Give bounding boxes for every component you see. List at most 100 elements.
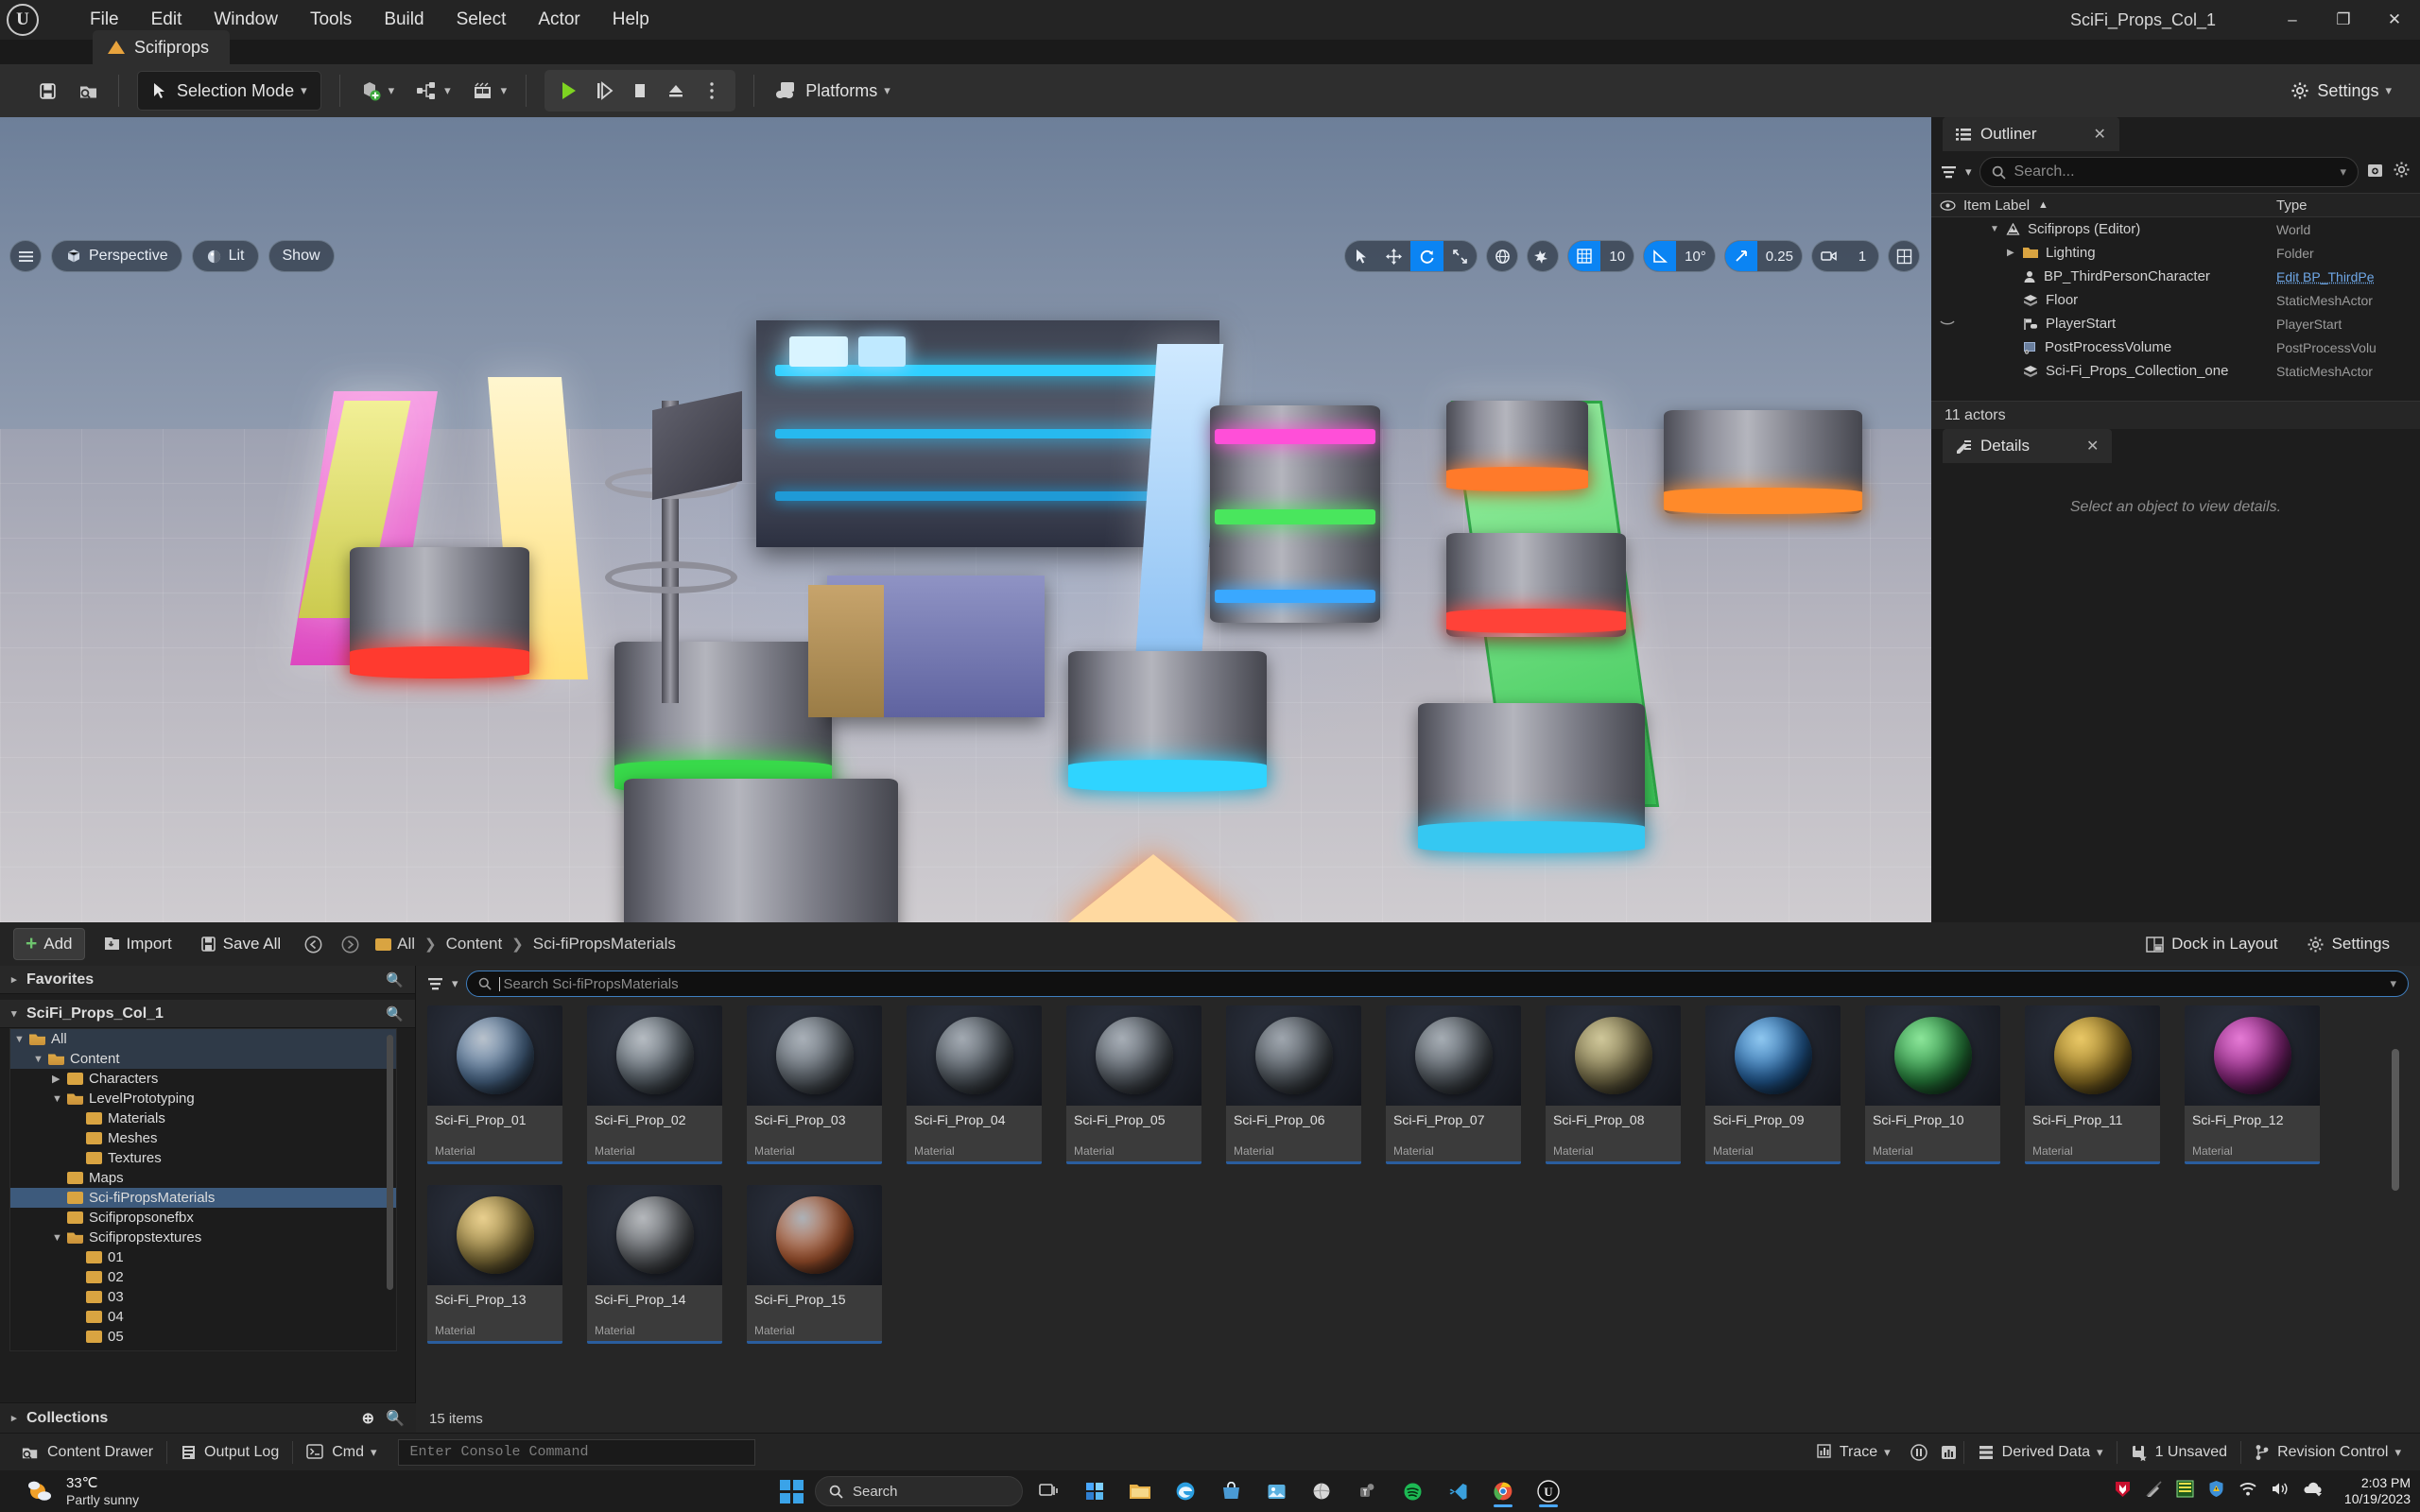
asset-tile[interactable]: Sci-Fi_Prop_03Material	[747, 1005, 882, 1164]
outliner-row[interactable]: Sci-Fi_Props_Collection_oneStaticMeshAct…	[1931, 359, 2420, 383]
teams-icon[interactable]	[1348, 1473, 1386, 1509]
wifi-icon[interactable]	[2238, 1482, 2257, 1502]
folder-tree-node[interactable]: ▼Content	[10, 1049, 396, 1069]
ball-icon[interactable]	[1303, 1473, 1340, 1509]
search-icon[interactable]: 🔍	[386, 1005, 404, 1022]
file-explorer-icon[interactable]	[1121, 1473, 1159, 1509]
import-button[interactable]: Import	[91, 928, 183, 960]
angle-snap-value[interactable]: 10°	[1676, 240, 1715, 272]
cmd-dropdown[interactable]: Cmd ▾	[293, 1438, 389, 1467]
search-icon[interactable]: 🔍	[386, 1409, 405, 1428]
platforms-button[interactable]: Platforms ▾	[763, 71, 902, 111]
content-drawer-button[interactable]: Content Drawer	[8, 1438, 166, 1467]
camera-speed-value[interactable]: 1	[1846, 240, 1878, 272]
onedrive-icon[interactable]	[2303, 1481, 2324, 1502]
outliner-save-icon[interactable]	[2366, 162, 2385, 183]
breadcrumb-content[interactable]: Content	[446, 935, 503, 954]
close-icon[interactable]: ✕	[2086, 437, 2099, 455]
start-button[interactable]	[775, 1475, 807, 1507]
node-expander[interactable]: ▼	[33, 1054, 48, 1065]
favorites-section-header[interactable]: ▸ Favorites 🔍	[0, 966, 415, 994]
content-browser-icon[interactable]	[71, 72, 107, 110]
asset-tile[interactable]: Sci-Fi_Prop_05Material	[1066, 1005, 1201, 1164]
asset-tile[interactable]: Sci-Fi_Prop_09Material	[1705, 1005, 1841, 1164]
asset-tile[interactable]: Sci-Fi_Prop_15Material	[747, 1185, 882, 1344]
folder-tree-node[interactable]: 02	[10, 1267, 396, 1287]
search-icon[interactable]: 🔍	[386, 971, 404, 988]
mcafee-icon[interactable]	[2114, 1480, 2132, 1503]
folder-tree-node[interactable]: ▼All	[10, 1029, 396, 1049]
spotify-icon[interactable]	[1393, 1473, 1431, 1509]
derived-data-button[interactable]: Derived Data ▾	[1964, 1438, 2117, 1467]
asset-tile[interactable]: Sci-Fi_Prop_01Material	[427, 1005, 562, 1164]
level-viewport[interactable]: Perspective Lit Show	[0, 117, 1931, 922]
asset-tile[interactable]: Sci-Fi_Prop_08Material	[1546, 1005, 1681, 1164]
node-expander[interactable]: ▶	[52, 1073, 67, 1085]
breadcrumb-all[interactable]: All	[397, 935, 415, 954]
asset-tile[interactable]: Sci-Fi_Prop_14Material	[587, 1185, 722, 1344]
project-root-header[interactable]: ▾ SciFi_Props_Col_1 🔍	[0, 1000, 415, 1028]
blueprints-button[interactable]: ▾	[408, 71, 458, 111]
add-actor-button[interactable]: ▾	[353, 71, 402, 111]
folder-tree-node[interactable]: ▶Characters	[10, 1069, 396, 1089]
forward-arrow-icon[interactable]	[335, 928, 366, 960]
folder-tree-node[interactable]: Sci-fiPropsMaterials	[10, 1188, 396, 1208]
viewport-layout-icon[interactable]	[1888, 240, 1920, 272]
folder-tree-node[interactable]: Scifipropsonefbx	[10, 1208, 396, 1228]
back-arrow-icon[interactable]	[298, 928, 329, 960]
rotate-gizmo-icon[interactable]	[1410, 240, 1443, 272]
folder-tree-node[interactable]: ▼Scifipropstextures	[10, 1228, 396, 1247]
node-expander[interactable]: ▼	[14, 1034, 29, 1045]
row-expander[interactable]: ▶	[2007, 248, 2023, 258]
save-all-button[interactable]: Save All	[189, 928, 292, 960]
asset-tile[interactable]: Sci-Fi_Prop_13Material	[427, 1185, 562, 1344]
folder-tree-node[interactable]: 05	[10, 1327, 396, 1347]
folder-tree-node[interactable]: 04	[10, 1307, 396, 1327]
folder-tree-node[interactable]: ▼LevelPrototyping	[10, 1089, 396, 1108]
spreadsheet-icon[interactable]	[2176, 1480, 2194, 1503]
node-expander[interactable]: ▼	[52, 1232, 67, 1244]
asset-grid-scrollbar[interactable]	[2392, 1049, 2399, 1191]
unreal-engine-icon[interactable]: U	[1530, 1473, 1567, 1509]
eject-button[interactable]	[658, 72, 694, 110]
folder-tree-node[interactable]: 01	[10, 1247, 396, 1267]
cinematics-button[interactable]: ▾	[465, 71, 514, 111]
select-arrow-icon[interactable]	[1345, 240, 1377, 272]
folder-tree-node[interactable]: Maps	[10, 1168, 396, 1188]
vscode-icon[interactable]	[1439, 1473, 1477, 1509]
asset-tile[interactable]: Sci-Fi_Prop_04Material	[907, 1005, 1042, 1164]
outliner-row[interactable]: PlayerStartPlayerStart	[1931, 312, 2420, 335]
grid-snap-value[interactable]: 10	[1600, 240, 1634, 272]
folder-tree-node[interactable]: Meshes	[10, 1128, 396, 1148]
performance-icon[interactable]	[1904, 1438, 1934, 1467]
world-globe-icon[interactable]	[1486, 240, 1518, 272]
asset-tile[interactable]: Sci-Fi_Prop_11Material	[2025, 1005, 2160, 1164]
weather-widget[interactable]: 33℃ Partly sunny	[26, 1475, 139, 1508]
trace-button[interactable]: Trace ▾	[1804, 1438, 1904, 1467]
content-browser-settings-button[interactable]: Settings	[2295, 928, 2401, 960]
folder-tree-node[interactable]: Materials	[10, 1108, 396, 1128]
stop-button[interactable]	[622, 72, 658, 110]
defender-icon[interactable]	[2207, 1480, 2225, 1503]
volume-icon[interactable]	[2271, 1481, 2290, 1502]
play-options-button[interactable]	[694, 72, 730, 110]
outliner-row-type[interactable]: Edit BP_ThirdPe	[2276, 269, 2420, 284]
chevron-down-icon[interactable]: ▾	[2390, 976, 2396, 991]
task-view-icon[interactable]	[1030, 1473, 1068, 1509]
asset-tile[interactable]: Sci-Fi_Prop_07Material	[1386, 1005, 1521, 1164]
outliner-row[interactable]: BP_ThirdPersonCharacterEdit BP_ThirdPe	[1931, 265, 2420, 288]
settings-button[interactable]: Settings ▾	[2279, 71, 2403, 111]
move-gizmo-icon[interactable]	[1377, 240, 1410, 272]
angle-snap-icon[interactable]	[1644, 240, 1676, 272]
outliner-settings-icon[interactable]	[2393, 161, 2411, 183]
add-collection-icon[interactable]: ⊕	[362, 1409, 374, 1428]
play-button[interactable]	[550, 72, 586, 110]
folder-tree-node[interactable]: 03	[10, 1287, 396, 1307]
hamburger-icon[interactable]	[9, 240, 42, 272]
column-type[interactable]: Type	[2276, 198, 2420, 214]
store-icon[interactable]	[1212, 1473, 1250, 1509]
camera-icon[interactable]	[1812, 240, 1846, 272]
column-item-label[interactable]: Item Label ▲	[1963, 198, 2276, 214]
unsaved-button[interactable]: 1 Unsaved	[2118, 1438, 2241, 1467]
skip-button[interactable]	[586, 72, 622, 110]
